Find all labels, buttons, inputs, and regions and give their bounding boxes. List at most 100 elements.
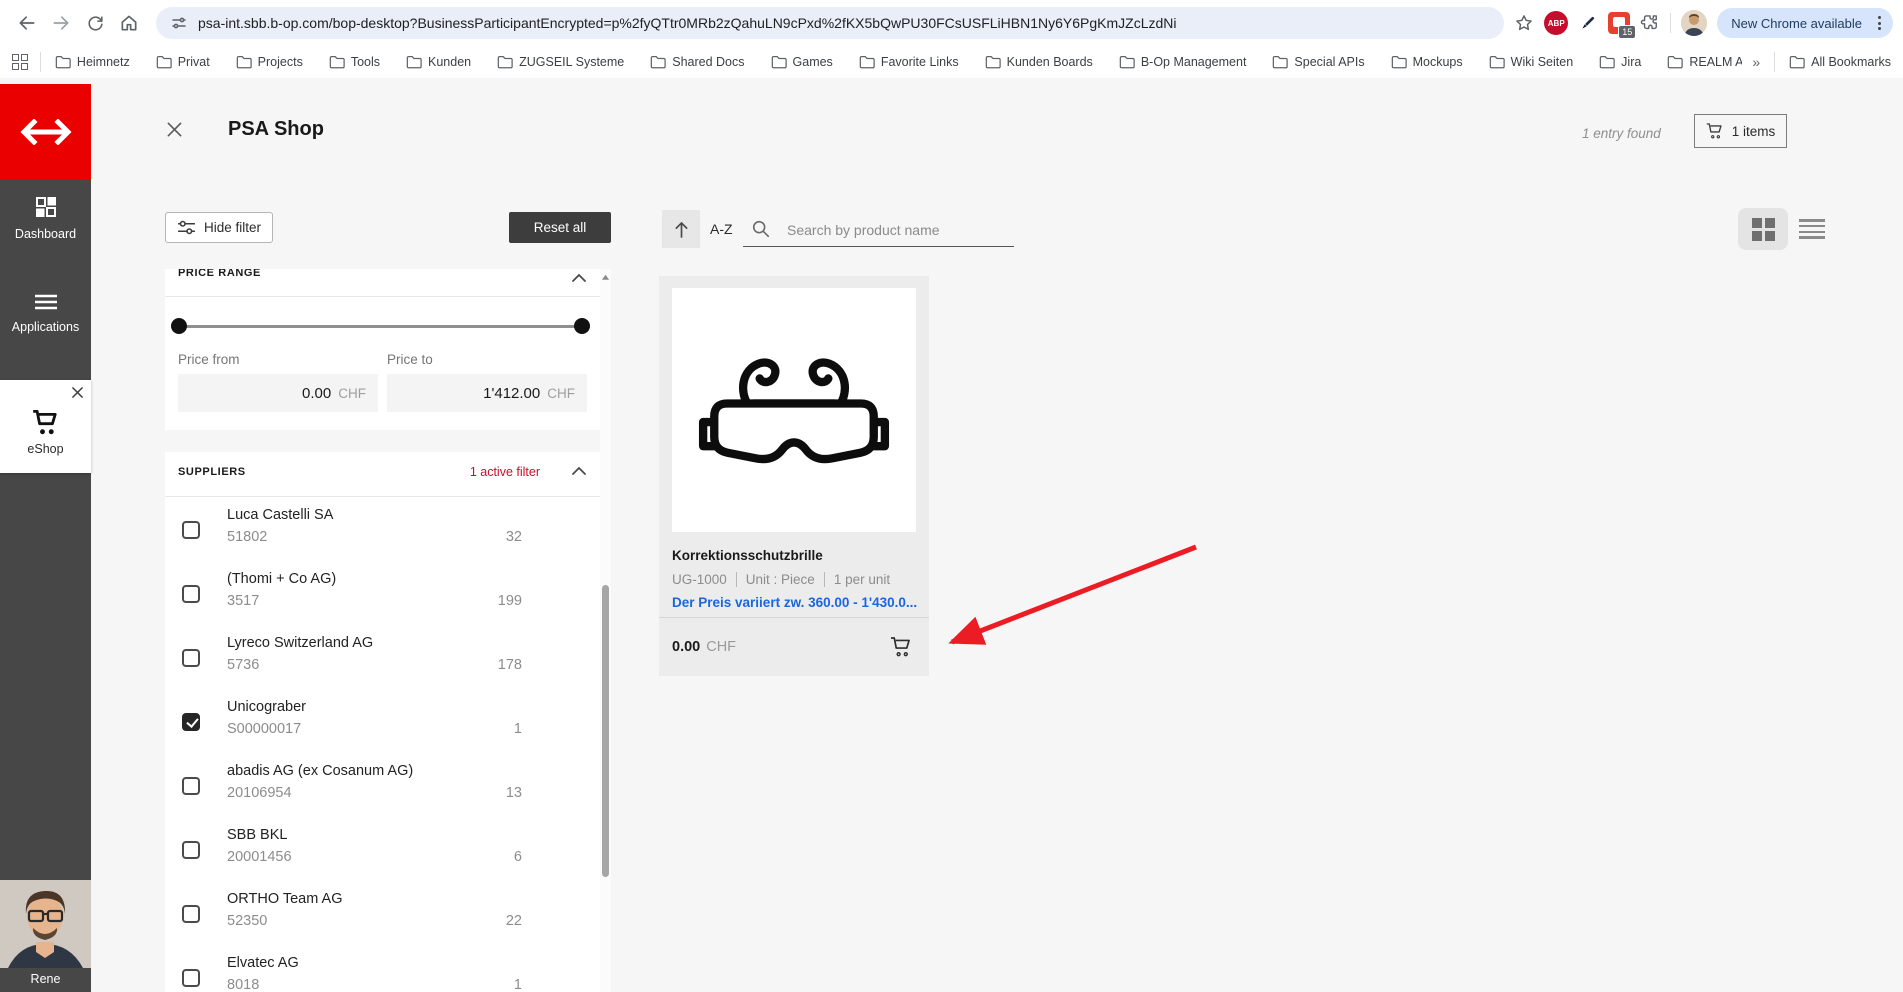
- supplier-row[interactable]: Elvatec AG 8018 1: [165, 946, 600, 992]
- supplier-checkbox[interactable]: [182, 521, 200, 539]
- bookmark-folder[interactable]: Special APIs: [1272, 55, 1364, 69]
- forward-button[interactable]: [44, 6, 78, 40]
- eshop-close-icon[interactable]: [71, 386, 84, 399]
- product-currency: CHF: [706, 639, 736, 655]
- url-text[interactable]: psa-int.sbb.b-op.com/bop-desktop?Busines…: [198, 15, 1490, 31]
- price-slider-track[interactable]: [178, 325, 587, 328]
- pen-extension-icon[interactable]: [1578, 13, 1598, 33]
- folder-icon: [406, 55, 422, 69]
- bookmark-folder[interactable]: Favorite Links: [859, 55, 959, 69]
- supplier-name: abadis AG (ex Cosanum AG): [227, 763, 413, 779]
- bookmark-star-icon[interactable]: [1514, 13, 1534, 33]
- price-from-input[interactable]: 0.00 CHF: [178, 374, 378, 412]
- supplier-row[interactable]: Luca Castelli SA 51802 32: [165, 498, 600, 562]
- price-to-input[interactable]: 1'412.00 CHF: [387, 374, 587, 412]
- eshop-cart-icon: [0, 410, 91, 436]
- hide-filter-button[interactable]: Hide filter: [165, 212, 273, 243]
- reset-all-button[interactable]: Reset all: [509, 212, 611, 243]
- sidebar-item-dashboard[interactable]: Dashboard: [0, 195, 91, 241]
- supplier-row[interactable]: Unicograber S00000017 1: [165, 690, 600, 754]
- price-varies-link[interactable]: Der Preis variiert zw. 360.00 - 1'430.0.…: [672, 595, 917, 610]
- add-to-cart-button[interactable]: [890, 637, 913, 658]
- price-from-value: 0.00: [302, 385, 331, 402]
- grid-view-button[interactable]: [1738, 208, 1788, 250]
- sidebar-item-label: Applications: [0, 320, 91, 334]
- bookmark-folder[interactable]: Jira: [1599, 55, 1641, 69]
- address-bar[interactable]: psa-int.sbb.b-op.com/bop-desktop?Busines…: [156, 7, 1504, 39]
- supplier-name: Luca Castelli SA: [227, 507, 333, 523]
- browser-menu-icon[interactable]: [1872, 12, 1887, 34]
- bookmark-folder[interactable]: Kunden: [406, 55, 471, 69]
- bookmark-folder[interactable]: Shared Docs: [650, 55, 744, 69]
- supplier-checkbox[interactable]: [182, 969, 200, 987]
- bookmarks-overflow-chevron[interactable]: »: [1752, 54, 1760, 70]
- product-code: UG-1000: [672, 572, 727, 587]
- filter-scrollbar-thumb[interactable]: [602, 585, 609, 877]
- product-card[interactable]: Korrektionsschutzbrille UG-1000 Unit : P…: [659, 276, 929, 676]
- bookmark-folder[interactable]: Kunden Boards: [985, 55, 1093, 69]
- bookmark-folder[interactable]: Projects: [236, 55, 303, 69]
- collapse-chevron-icon[interactable]: [572, 466, 586, 475]
- price-slider-handle-min[interactable]: [171, 318, 187, 334]
- shop-close-button[interactable]: [166, 121, 183, 138]
- supplier-checkbox[interactable]: [182, 777, 200, 795]
- bookmark-folder[interactable]: REALM APPS: [1667, 55, 1742, 69]
- bookmarks-right-divider: [1774, 52, 1775, 72]
- supplier-row[interactable]: (Thomi + Co AG) 3517 199: [165, 562, 600, 626]
- site-settings-icon[interactable]: [170, 14, 188, 32]
- all-bookmarks-label: All Bookmarks: [1811, 55, 1891, 69]
- bookmark-folder[interactable]: Heimnetz: [55, 55, 130, 69]
- folder-icon: [650, 55, 666, 69]
- supplier-row[interactable]: Lyreco Switzerland AG 5736 178: [165, 626, 600, 690]
- chrome-update-button[interactable]: New Chrome available: [1717, 8, 1893, 38]
- all-bookmarks-button[interactable]: All Bookmarks: [1789, 55, 1891, 69]
- bookmark-folder[interactable]: B-Op Management: [1119, 55, 1247, 69]
- supplier-checkbox[interactable]: [182, 585, 200, 603]
- sidebar-item-applications[interactable]: Applications: [0, 292, 91, 334]
- bookmark-folder[interactable]: Tools: [329, 55, 380, 69]
- supplier-code: 20106954: [227, 785, 292, 801]
- list-view-button[interactable]: [1799, 217, 1825, 241]
- supplier-row[interactable]: SBB BKL 20001456 6: [165, 818, 600, 882]
- bookmark-folder[interactable]: Wiki Seiten: [1489, 55, 1574, 69]
- reload-button[interactable]: [78, 6, 112, 40]
- home-button[interactable]: [112, 6, 146, 40]
- supplier-code: 8018: [227, 977, 259, 992]
- bookmark-folder-label: Kunden: [428, 55, 471, 69]
- profile-photo-icon: [1681, 10, 1707, 36]
- user-avatar[interactable]: [0, 880, 91, 968]
- sidebar-item-eshop-active[interactable]: eShop: [0, 380, 91, 473]
- back-button[interactable]: [10, 6, 44, 40]
- sort-direction-button[interactable]: [662, 210, 700, 248]
- supplier-count: 199: [498, 593, 522, 609]
- supplier-checkbox[interactable]: [182, 713, 200, 731]
- bookmark-folder[interactable]: Mockups: [1391, 55, 1463, 69]
- adblock-extension-icon[interactable]: ABP: [1544, 11, 1568, 35]
- extensions-puzzle-icon[interactable]: [1640, 13, 1660, 33]
- cart-items-button[interactable]: 1 items: [1694, 114, 1787, 148]
- browser-profile-avatar[interactable]: [1681, 10, 1707, 36]
- folder-icon: [329, 55, 345, 69]
- supplier-count: 178: [498, 657, 522, 673]
- sbb-logo[interactable]: [0, 84, 91, 179]
- scrollbar-up-arrow[interactable]: [601, 273, 610, 282]
- supplier-checkbox[interactable]: [182, 649, 200, 667]
- product-name: Korrektionsschutzbrille: [672, 548, 823, 563]
- price-slider-handle-max[interactable]: [574, 318, 590, 334]
- supplier-row[interactable]: abadis AG (ex Cosanum AG) 20106954 13: [165, 754, 600, 818]
- bookmark-folder[interactable]: Games: [771, 55, 833, 69]
- bookmarks-bar: Heimnetz Privat Projects Tools Kunden: [0, 46, 1903, 78]
- search-input[interactable]: [743, 214, 1014, 247]
- sort-mode-label[interactable]: A-Z: [710, 221, 733, 237]
- supplier-row[interactable]: ORTHO Team AG 52350 22: [165, 882, 600, 946]
- collapse-chevron-icon[interactable]: [572, 273, 586, 282]
- apps-grid-icon[interactable]: [12, 54, 28, 70]
- supplier-checkbox[interactable]: [182, 841, 200, 859]
- bookmark-folder-label: Mockups: [1413, 55, 1463, 69]
- red-extension-icon[interactable]: 15: [1608, 12, 1630, 34]
- supplier-code: 5736: [227, 657, 259, 673]
- bookmark-folder[interactable]: Privat: [156, 55, 210, 69]
- browser-toolbar: psa-int.sbb.b-op.com/bop-desktop?Busines…: [0, 0, 1903, 46]
- bookmark-folder[interactable]: ZUGSEIL Systeme: [497, 55, 624, 69]
- supplier-checkbox[interactable]: [182, 905, 200, 923]
